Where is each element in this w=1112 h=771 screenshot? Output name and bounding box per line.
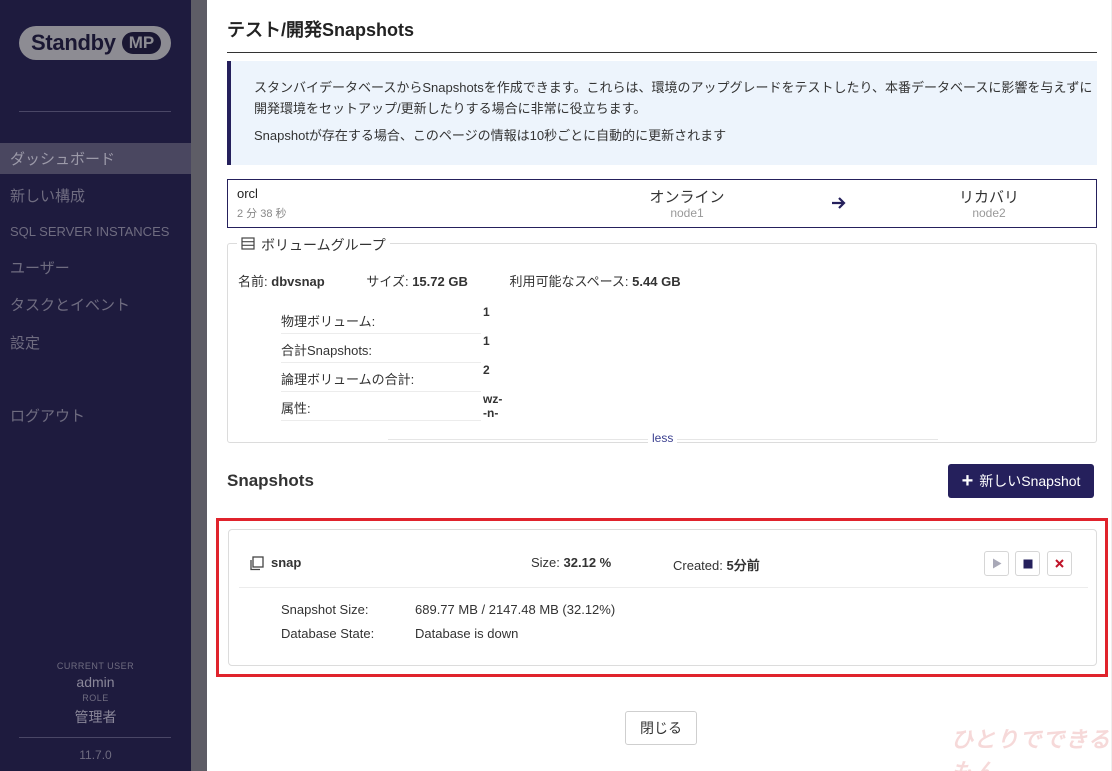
- vg-row-value: 2: [483, 363, 490, 377]
- stop-icon: [1023, 559, 1032, 568]
- close-button[interactable]: 閉じる: [625, 711, 697, 745]
- version: 11.7.0: [79, 748, 112, 762]
- snapshot-size-value: 32.12 %: [563, 555, 612, 570]
- sidebar-item-settings[interactable]: 設定: [0, 327, 191, 358]
- snapshot-detail-label: Snapshot Size:: [281, 602, 369, 617]
- snapshot-detail-label: Database State:: [281, 626, 375, 641]
- snapshot-card: snap Size: 32.12 % Created: 5分前 Snapshot…: [228, 529, 1097, 666]
- vg-free: 5.44 GB: [632, 274, 681, 289]
- role: 管理者: [74, 709, 117, 725]
- new-snapshot-button[interactable]: + 新しいSnapshot: [948, 464, 1094, 498]
- sidebar-item-new-config[interactable]: 新しい構成: [0, 180, 191, 211]
- vg-row-physical-volumes: 物理ボリューム: 1: [281, 305, 490, 334]
- snapshot-created: Created: 5分前: [673, 555, 760, 574]
- node-status-bar: orcl 2 分 38 秒 オンライン node1 リカバリ node2: [227, 179, 1097, 228]
- vg-row-label: 論理ボリュームの合計:: [281, 372, 415, 387]
- primary-status: オンライン: [649, 189, 725, 206]
- logo-text: Standby: [31, 30, 116, 55]
- elapsed-time: 2 分 38 秒: [237, 208, 287, 220]
- modal-overlay: [191, 0, 207, 771]
- arrow-right-icon: [831, 194, 847, 215]
- snapshot-name: snap: [271, 555, 302, 570]
- logo-badge: MP: [121, 32, 162, 54]
- vg-row-value: 1: [483, 305, 490, 319]
- sidebar-item-logout[interactable]: ログアウト: [0, 400, 191, 431]
- role-label: ROLE: [82, 693, 109, 703]
- snapshot-created-label: Created:: [673, 558, 723, 573]
- standby-status: リカバリ: [958, 189, 1019, 206]
- standby-node: node2: [972, 206, 1006, 220]
- vg-row-label: 合計Snapshots:: [281, 343, 373, 358]
- db-name: orcl: [237, 186, 258, 201]
- vg-row-logical-volumes: 論理ボリュームの合計: 2: [281, 363, 490, 392]
- sidebar-item-sql-server-instances[interactable]: SQL SERVER INSTANCES: [0, 216, 191, 247]
- vg-row-label: 物理ボリューム:: [281, 314, 376, 329]
- logo: Standby MP: [19, 26, 171, 60]
- primary-node: node1: [670, 206, 704, 220]
- vg-name: dbvsnap: [271, 274, 325, 289]
- current-user: admin: [76, 674, 115, 690]
- watermark: ひとりでできるもん: [951, 727, 1111, 771]
- sidebar-divider: [19, 111, 171, 112]
- volume-group-title: ボリュームグループ: [261, 237, 386, 253]
- info-text-1: スタンバイデータベースからSnapshotsを作成できます。これらは、環境のアッ…: [254, 80, 1093, 116]
- close-icon: [1055, 559, 1064, 568]
- snapshots-heading: Snapshots: [227, 471, 314, 490]
- title-divider: [227, 52, 1097, 53]
- snapshot-card-divider: [239, 587, 1088, 588]
- snapshot-size-label: Size:: [531, 555, 560, 570]
- new-snapshot-label: 新しいSnapshot: [979, 473, 1081, 489]
- sidebar-item-tasks-events[interactable]: タスクとイベント: [0, 289, 191, 320]
- start-snapshot-button[interactable]: [984, 551, 1009, 576]
- sidebar-item-dashboard[interactable]: ダッシュボード: [0, 143, 191, 174]
- vg-row-attributes: 属性: wz--n-: [281, 392, 502, 421]
- vg-row-total-snapshots: 合計Snapshots: 1: [281, 334, 490, 363]
- sidebar-bottom-divider: [19, 737, 171, 738]
- sidebar: Standby MP ダッシュボード 新しい構成 SQL SERVER INST…: [0, 0, 191, 771]
- volume-group-panel: ボリュームグループ 名前: dbvsnap サイズ: 15.72 GB 利用可能…: [227, 235, 1097, 445]
- vg-row-value: 1: [483, 334, 490, 348]
- play-icon: [992, 558, 1001, 569]
- snapshot-detail-value: Database is down: [415, 626, 519, 641]
- volume-group-legend: ボリュームグループ: [237, 235, 390, 255]
- less-toggle-link[interactable]: less: [648, 431, 678, 445]
- snapshot-size-summary: Size: 32.12 %: [531, 555, 611, 570]
- vg-size-label: サイズ:: [366, 274, 409, 289]
- snapshot-detail-value: 689.77 MB / 2147.48 MB (32.12%): [415, 602, 616, 617]
- info-text-2: Snapshotが存在する場合、このページの情報は10秒ごとに自動的に更新されま…: [254, 128, 727, 143]
- delete-snapshot-button[interactable]: [1047, 551, 1072, 576]
- snapshots-modal: テスト/開発Snapshots スタンバイデータベースからSnapshotsを作…: [207, 0, 1112, 771]
- vg-row-value: wz--n-: [483, 392, 503, 420]
- copy-icon: [249, 556, 264, 576]
- volume-group-summary: 名前: dbvsnap サイズ: 15.72 GB 利用可能なスペース: 5.4…: [238, 271, 681, 290]
- vg-name-label: 名前:: [238, 274, 268, 289]
- stop-snapshot-button[interactable]: [1015, 551, 1040, 576]
- modal-title: テスト/開発Snapshots: [227, 20, 415, 40]
- current-user-label: CURRENT USER: [56, 661, 135, 671]
- vg-size: 15.72 GB: [412, 274, 468, 289]
- list-icon: [241, 237, 255, 253]
- plus-icon: +: [961, 470, 974, 492]
- info-callout: スタンバイデータベースからSnapshotsを作成できます。これらは、環境のアッ…: [227, 61, 1097, 165]
- vg-free-label: 利用可能なスペース:: [509, 274, 629, 289]
- snapshot-created-value: 5分前: [726, 558, 760, 573]
- vg-row-label: 属性:: [281, 401, 311, 416]
- sidebar-item-users[interactable]: ユーザー: [0, 252, 191, 283]
